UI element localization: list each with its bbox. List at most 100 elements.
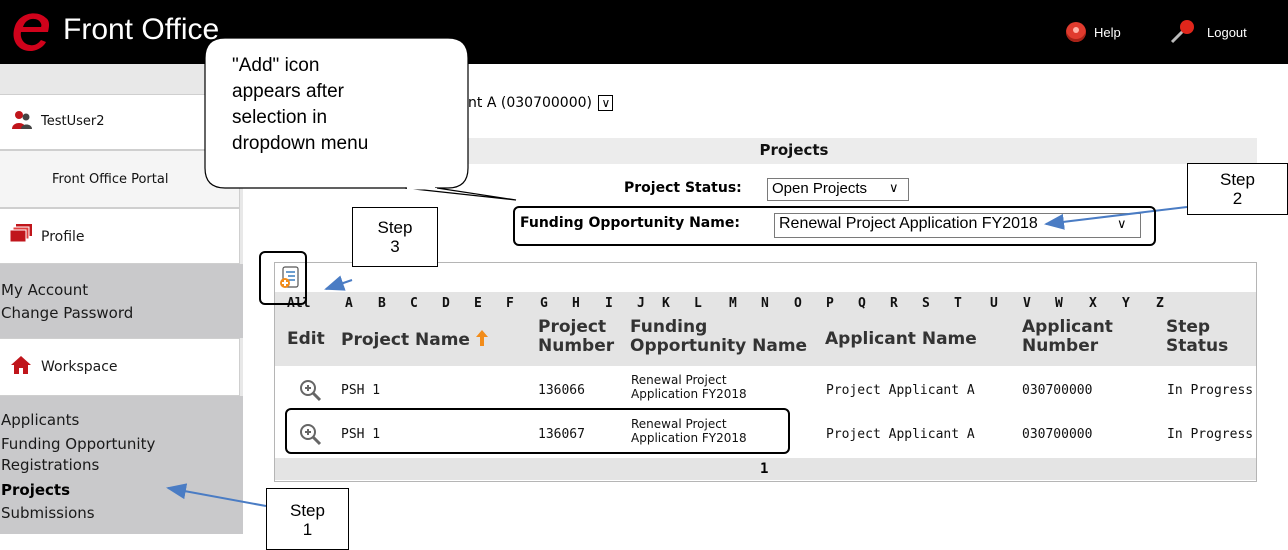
new-row-highlight-outline [285,408,790,454]
add-icon-callout: "Add" icon appears after selection in dr… [232,53,368,157]
alpha-filter-letter[interactable]: A [345,296,353,311]
user-icon [12,111,32,129]
applicant-select-value: licant A (030700000) [444,95,592,111]
projects-title: Projects [759,141,829,159]
callout-line: appears after [232,81,344,102]
column-header-step-status[interactable]: Step Status [1166,318,1228,356]
column-header-line: Step [1166,317,1211,337]
column-header-applicant-number[interactable]: Applicant Number [1022,318,1113,356]
callout-line: selection in [232,107,328,128]
alpha-filter-letter[interactable]: Z [1156,296,1164,311]
alpha-filter-letter[interactable]: I [605,296,613,311]
column-header-line: Number [1022,336,1099,356]
project-status-label: Project Status: [624,180,742,196]
column-header-line: Funding [630,317,708,337]
step-label-line: 1 [302,520,313,539]
alpha-filter-letter[interactable]: T [954,296,962,311]
alpha-filter-letter[interactable]: G [540,296,548,311]
alpha-filter-letter[interactable]: C [410,296,418,311]
help-link[interactable]: Help [1094,25,1121,40]
alpha-filter-letter[interactable]: H [572,296,580,311]
step-label-line: Step [377,218,413,237]
alpha-filter-letter[interactable]: Q [858,296,866,311]
cell-funding: Renewal Project Application FY2018 [631,373,747,401]
menu-projects[interactable]: Projects [1,481,70,499]
column-header-line: Opportunity Name [630,336,808,356]
step-1-label: Step 1 [266,488,349,550]
step-label-line: 3 [390,237,400,256]
e-logo-icon [13,13,50,52]
alpha-filter-letter[interactable]: N [761,296,769,311]
portal-link[interactable]: Front Office Portal [52,172,168,187]
profile-tile[interactable] [0,208,240,264]
menu-applicants[interactable]: Applicants [1,411,79,429]
column-header-project-name-label: Project Name [341,330,470,350]
cell-applicant-name: Project Applicant A [826,427,975,442]
menu-registrations[interactable]: Registrations [1,456,99,474]
cell-applicant-number: 030700000 [1022,427,1093,442]
step-label-line: Step [1220,170,1255,189]
column-header-line: Status [1166,336,1229,356]
menu-submissions[interactable]: Submissions [1,504,95,522]
column-header-project-number[interactable]: Project Number [538,318,614,356]
logout-key-icon[interactable] [1168,18,1196,46]
column-header-line: Project [538,317,607,337]
user-name: TestUser2 [41,114,105,129]
alpha-filter-letter[interactable]: M [729,296,737,311]
column-header-funding[interactable]: Funding Opportunity Name [630,318,807,356]
project-status-value: Open Projects [772,180,868,197]
alpha-filter-letter[interactable]: E [474,296,482,311]
zoom-icon[interactable] [298,378,322,402]
menu-funding-opportunity[interactable]: Funding Opportunity [1,435,155,453]
menu-change-password[interactable]: Change Password [1,304,133,322]
alpha-filter-letter[interactable]: O [794,296,802,311]
cell-step-status: In Progress [1167,427,1254,442]
page-number[interactable]: 1 [760,461,768,477]
alpha-filter-letter[interactable]: K [662,296,670,311]
cell-step-status: In Progress [1167,383,1254,398]
workspace-link[interactable]: Workspace [41,359,118,375]
cell-line: Renewal Project [631,373,727,387]
callout-line: "Add" icon [232,55,320,76]
cell-applicant-number: 030700000 [1022,383,1093,398]
app-title: Front Office [63,13,220,46]
user-tile [0,94,240,150]
help-icon[interactable] [1066,22,1086,42]
step-3-label: Step 3 [352,207,438,267]
cell-applicant-name: Project Applicant A [826,383,975,398]
alpha-filter-letter[interactable]: U [990,296,998,311]
funding-highlight-outline [513,206,1156,246]
callout-line: dropdown menu [232,133,369,154]
step-2-label: Step 2 [1187,163,1288,215]
column-header-project-name[interactable]: Project Name [341,330,488,350]
alpha-filter-letter[interactable]: V [1023,296,1031,311]
alpha-filter-letter[interactable]: W [1055,296,1063,311]
home-icon [11,356,31,374]
project-status-select[interactable]: Open Projects ∨ [767,178,909,201]
column-header-line: Applicant [1022,317,1113,337]
logout-link[interactable]: Logout [1207,25,1247,40]
alpha-filter-letter[interactable]: X [1089,296,1097,311]
alpha-filter-letter[interactable]: B [378,296,386,311]
chevron-down-icon: ∨ [598,95,614,111]
alpha-filter-letter[interactable]: P [826,296,834,311]
table-row [275,368,1256,411]
column-header-applicant-name[interactable]: Applicant Name [825,330,977,349]
alpha-filter-letter[interactable]: D [442,296,450,311]
alpha-filter-letter[interactable]: S [922,296,930,311]
menu-my-account[interactable]: My Account [1,281,88,299]
profile-submenu [0,264,243,338]
alpha-filter-letter[interactable]: J [637,296,645,311]
alpha-filter-letter[interactable]: R [890,296,898,311]
step-label-line: 2 [1232,189,1243,208]
alpha-filter-letter[interactable]: L [694,296,702,311]
alpha-filter-letter[interactable]: F [506,296,514,311]
profile-link[interactable]: Profile [41,229,85,245]
alpha-filter-letter[interactable]: Y [1122,296,1130,311]
column-header-line: Number [538,336,615,356]
profile-icon [9,224,32,243]
sort-arrow-icon [475,330,488,346]
applicant-select[interactable]: licant A (030700000) ∨ [444,95,614,111]
add-icon-highlight-outline [259,251,307,305]
workspace-tile[interactable] [0,338,240,396]
